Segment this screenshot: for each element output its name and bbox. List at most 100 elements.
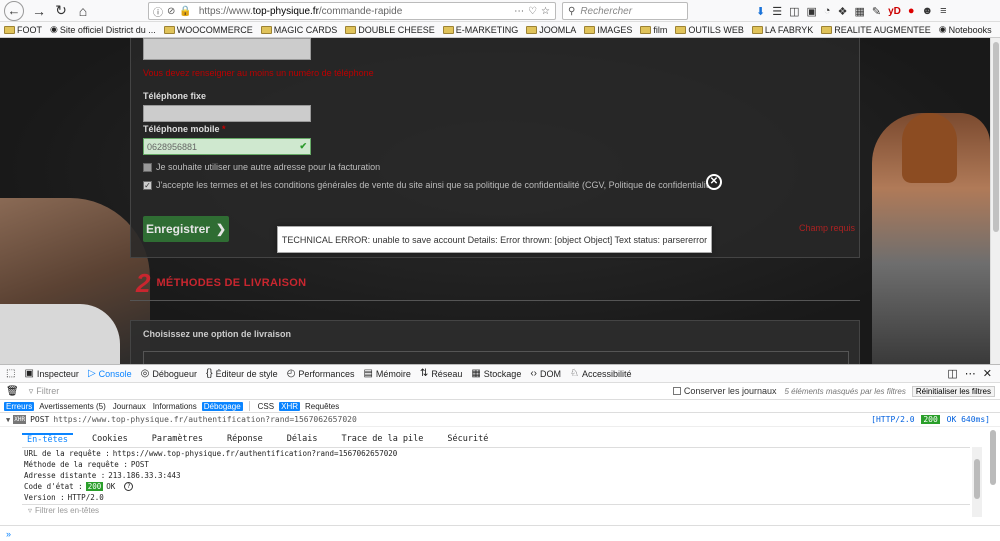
devtools-tab[interactable]: {}Éditeur de style bbox=[206, 368, 278, 379]
devtools-tab[interactable]: ▦Stockage bbox=[471, 368, 521, 379]
delivery-options-table[interactable] bbox=[143, 351, 849, 364]
back-button[interactable]: ← bbox=[4, 1, 24, 21]
bookmark-item[interactable]: ◉Notebooks bbox=[939, 24, 992, 35]
bookmark-item[interactable]: FOOT bbox=[4, 25, 42, 35]
close-devtools-icon[interactable]: ✕ bbox=[983, 367, 992, 380]
phone-fixed-label: Téléphone fixe bbox=[143, 91, 206, 101]
chevron-right-icon: ❯ bbox=[216, 222, 226, 236]
console-category-toggle[interactable]: Erreurs bbox=[4, 402, 34, 411]
console-category-toggle[interactable]: Requêtes bbox=[303, 402, 341, 411]
screenshot-icon[interactable]: ▣ bbox=[807, 5, 817, 18]
expand-arrow-icon[interactable]: ▼ bbox=[6, 416, 10, 424]
alt-address-row[interactable]: Je souhaite utiliser une autre adresse p… bbox=[143, 162, 380, 172]
info-icon[interactable]: ⓘ bbox=[153, 4, 163, 19]
extension-icon[interactable]: ❖ bbox=[838, 5, 848, 18]
xhr-request-row[interactable]: ▼ XHR POST https://www.top-physique.fr/a… bbox=[0, 413, 1000, 427]
dock-icon[interactable]: ◫ bbox=[947, 367, 957, 380]
page-actions-icon[interactable]: ⋯ bbox=[514, 6, 524, 17]
home-button[interactable]: ⌂ bbox=[72, 0, 94, 22]
request-detail-tab[interactable]: Sécurité bbox=[442, 433, 493, 446]
folder-icon bbox=[4, 26, 15, 34]
request-detail-tab[interactable]: Réponse bbox=[222, 433, 268, 446]
yd-extension-icon[interactable]: yD bbox=[888, 6, 901, 17]
bookmark-item[interactable]: IMAGES bbox=[584, 25, 632, 35]
console-category-toggle[interactable]: XHR bbox=[279, 402, 300, 411]
close-icon[interactable]: ✕ bbox=[706, 174, 722, 190]
bookmark-item[interactable]: WOOCOMMERCE bbox=[164, 25, 253, 35]
console-category-toggle[interactable]: Journaux bbox=[111, 402, 148, 411]
devtools-tab[interactable]: ◴Performances bbox=[287, 368, 355, 379]
menu-icon[interactable]: ≡ bbox=[940, 5, 946, 17]
devtools-tab[interactable]: ‹›DOM bbox=[530, 368, 561, 379]
bookmark-item[interactable]: E-MARKETING bbox=[443, 25, 519, 35]
bookmark-item[interactable]: MAGIC CARDS bbox=[261, 25, 338, 35]
request-method-label: Méthode de la requête : bbox=[24, 460, 128, 469]
alt-address-checkbox[interactable] bbox=[143, 163, 152, 172]
persist-logs-checkbox[interactable] bbox=[673, 387, 681, 395]
sync-icon[interactable]: ◔ bbox=[824, 5, 831, 17]
request-detail-tab[interactable]: Trace de la pile bbox=[337, 433, 429, 446]
page-scrollbar[interactable] bbox=[990, 38, 1000, 364]
element-picker-icon[interactable]: ⬚ bbox=[6, 368, 15, 379]
url-text[interactable]: https://www.top-physique.fr/commande-rap… bbox=[199, 6, 402, 17]
console-category-toggle[interactable]: CSS bbox=[256, 402, 276, 411]
filter-input[interactable]: Filtrer bbox=[36, 386, 59, 396]
console-scrollbar[interactable] bbox=[988, 420, 998, 520]
devtools-tab[interactable]: ▤Mémoire bbox=[363, 368, 410, 379]
console-input[interactable]: » bbox=[0, 525, 1000, 541]
adblock-icon[interactable]: ● bbox=[908, 5, 915, 17]
folder-icon bbox=[345, 26, 356, 34]
account-icon[interactable]: ☻ bbox=[922, 5, 934, 17]
colorpicker-icon[interactable]: ✎ bbox=[872, 5, 881, 18]
headers-scrollbar[interactable] bbox=[972, 447, 982, 517]
download-icon[interactable]: ⬇ bbox=[756, 5, 765, 18]
more-options-icon[interactable]: ⋯ bbox=[965, 367, 976, 380]
permissions-icon[interactable]: ⊘ bbox=[167, 6, 175, 17]
reset-filters-button[interactable]: Réinitialiser les filtres bbox=[912, 386, 995, 397]
phone-mobile-field[interactable]: 0628956881 ✔ bbox=[143, 138, 311, 155]
request-detail-tab[interactable]: En-têtes bbox=[22, 433, 73, 446]
version-value: HTTP/2.0 bbox=[68, 493, 104, 502]
previous-field[interactable] bbox=[143, 38, 311, 60]
valid-check-icon: ✔ bbox=[299, 141, 307, 152]
devtools-tab[interactable]: ▷Console bbox=[88, 368, 132, 379]
request-detail-tab[interactable]: Délais bbox=[282, 433, 323, 446]
bookmark-item[interactable]: film bbox=[640, 25, 667, 35]
bookmark-item[interactable]: JOOMLA bbox=[526, 25, 576, 35]
devtools-tab[interactable]: ⇅Réseau bbox=[420, 368, 462, 379]
folder-icon bbox=[443, 26, 454, 34]
reload-button[interactable]: ↻ bbox=[50, 0, 72, 22]
bookmark-item[interactable]: LA FABRYK bbox=[752, 25, 813, 35]
register-button[interactable]: Enregistrer ❯ bbox=[143, 216, 229, 242]
headers-filter-input[interactable]: ▿ Filtrer les en-têtes bbox=[22, 504, 970, 516]
terms-checkbox[interactable]: ✓ bbox=[143, 181, 152, 190]
devtools-tab[interactable]: ◎Débogueur bbox=[141, 368, 197, 379]
lock-icon[interactable]: 🔒 bbox=[179, 6, 191, 17]
devtools-tab[interactable]: ▣Inspecteur bbox=[24, 368, 78, 379]
bookmark-item[interactable]: REALITE AUGMENTEE bbox=[821, 25, 931, 35]
persist-logs-toggle[interactable]: Conserver les journaux bbox=[673, 386, 777, 396]
terms-row[interactable]: ✓ J'accepte les termes et et les conditi… bbox=[143, 180, 716, 190]
request-url[interactable]: https://www.top-physique.fr/authentifica… bbox=[53, 415, 356, 424]
grid-icon[interactable]: ▦ bbox=[854, 5, 864, 18]
request-detail-tab[interactable]: Cookies bbox=[87, 433, 133, 446]
trash-icon[interactable]: 🗑 bbox=[6, 386, 19, 397]
request-detail-tab[interactable]: Paramètres bbox=[147, 433, 208, 446]
bookmark-item[interactable]: DOUBLE CHEESE bbox=[345, 25, 435, 35]
url-bar[interactable]: ⓘ ⊘ 🔒 https://www.top-physique.fr/comman… bbox=[148, 2, 556, 20]
devtools-tab[interactable]: ♘Accessibilité bbox=[570, 368, 632, 379]
pocket-icon[interactable]: ♡ bbox=[528, 6, 537, 17]
console-category-toggle[interactable]: Débogage bbox=[202, 402, 243, 411]
bookmark-item[interactable]: ◉Site officiel District du ... bbox=[50, 24, 156, 35]
bookmark-item[interactable]: OUTILS WEB bbox=[675, 25, 744, 35]
sidebar-icon[interactable]: ◫ bbox=[789, 5, 799, 18]
headers-filter-placeholder: Filtrer les en-têtes bbox=[35, 506, 99, 515]
search-input[interactable]: ⚲ Rechercher bbox=[562, 2, 688, 20]
help-icon[interactable]: ? bbox=[124, 482, 133, 491]
library-icon[interactable]: ☰ bbox=[772, 5, 782, 18]
bookmark-star-icon[interactable]: ☆ bbox=[541, 6, 550, 17]
phone-fixed-field[interactable] bbox=[143, 105, 311, 122]
console-category-toggle[interactable]: Avertissements (5) bbox=[37, 402, 108, 411]
forward-button[interactable]: → bbox=[28, 0, 50, 22]
console-category-toggle[interactable]: Informations bbox=[151, 402, 199, 411]
